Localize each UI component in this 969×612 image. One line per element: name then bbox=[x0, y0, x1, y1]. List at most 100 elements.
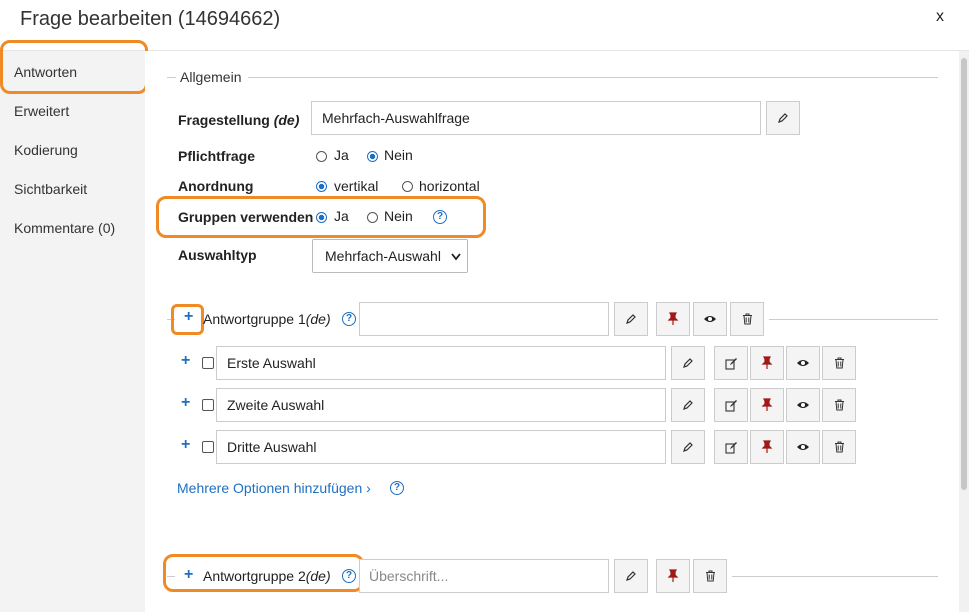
required-nein-radio[interactable] bbox=[367, 151, 378, 162]
pin-icon bbox=[761, 440, 773, 453]
required-nein-label: Nein bbox=[384, 147, 413, 163]
answer3-add-icon[interactable]: + bbox=[181, 436, 190, 454]
pencil-icon bbox=[683, 400, 693, 410]
trash-icon bbox=[834, 399, 844, 411]
pencil-icon bbox=[683, 442, 693, 452]
answer2-pencil-button[interactable] bbox=[671, 388, 705, 422]
group2-line-right bbox=[732, 576, 938, 577]
answer3-pin-button[interactable] bbox=[750, 430, 784, 464]
pin-icon bbox=[667, 569, 679, 582]
answer1-delete-button[interactable] bbox=[822, 346, 856, 380]
answer3-input[interactable]: Dritte Auswahl bbox=[216, 430, 666, 464]
group1-eye-button[interactable] bbox=[693, 302, 727, 336]
answer3-eye-button[interactable] bbox=[786, 430, 820, 464]
highlight-group2 bbox=[163, 554, 364, 592]
pencil-icon bbox=[626, 314, 636, 324]
add-multiple-options-link[interactable]: Mehrere Optionen hinzufügen › bbox=[177, 480, 371, 496]
highlight-group1-add bbox=[171, 304, 204, 335]
question-input[interactable]: Mehrfach-Auswahlfrage bbox=[311, 101, 761, 135]
group2-edit-button[interactable] bbox=[614, 559, 648, 593]
answer1-pin-button[interactable] bbox=[750, 346, 784, 380]
close-button[interactable]: x bbox=[936, 8, 944, 26]
required-ja-label: Ja bbox=[334, 147, 349, 163]
order-horizontal-radio[interactable] bbox=[402, 181, 413, 192]
answer2-add-icon[interactable]: + bbox=[181, 394, 190, 412]
answer2-eye-button[interactable] bbox=[786, 388, 820, 422]
pencil-icon bbox=[683, 358, 693, 368]
legend-line-left bbox=[167, 77, 176, 78]
edit-icon bbox=[724, 357, 737, 370]
answer2-edit-button[interactable] bbox=[714, 388, 748, 422]
question-edit-button[interactable] bbox=[766, 101, 800, 135]
answer1-checkbox[interactable] bbox=[202, 357, 214, 369]
answer3-edit-button[interactable] bbox=[714, 430, 748, 464]
list-item: + Zweite Auswahl bbox=[0, 388, 969, 422]
legend-line-right bbox=[248, 77, 938, 78]
group1-heading-input[interactable] bbox=[359, 302, 609, 336]
sidebar-item-kodierung[interactable]: Kodierung bbox=[14, 142, 78, 158]
answer3-delete-button[interactable] bbox=[822, 430, 856, 464]
answer3-checkbox[interactable] bbox=[202, 441, 214, 453]
question-label-text: Fragestellung bbox=[178, 112, 270, 128]
pin-icon bbox=[667, 312, 679, 325]
answer1-eye-button[interactable] bbox=[786, 346, 820, 380]
trash-icon bbox=[705, 570, 715, 582]
answer1-add-icon[interactable]: + bbox=[181, 352, 190, 370]
highlight-groups bbox=[156, 196, 486, 238]
sidebar-item-erweitert[interactable]: Erweitert bbox=[14, 103, 69, 119]
trash-icon bbox=[742, 313, 752, 325]
answer1-edit-button[interactable] bbox=[714, 346, 748, 380]
group1-line-right bbox=[769, 319, 938, 320]
required-label: Pflichtfrage bbox=[178, 148, 256, 164]
answer2-input[interactable]: Zweite Auswahl bbox=[216, 388, 666, 422]
group2-delete-button[interactable] bbox=[693, 559, 727, 593]
answer2-delete-button[interactable] bbox=[822, 388, 856, 422]
group1-delete-button[interactable] bbox=[730, 302, 764, 336]
sidebar-item-sichtbarkeit[interactable]: Sichtbarkeit bbox=[14, 181, 87, 197]
pencil-icon bbox=[626, 571, 636, 581]
trash-icon bbox=[834, 441, 844, 453]
trash-icon bbox=[834, 357, 844, 369]
fieldset-legend: Allgemein bbox=[180, 69, 242, 85]
question-label: Fragestellung (de) bbox=[178, 112, 299, 128]
answer2-checkbox[interactable] bbox=[202, 399, 214, 411]
eye-icon bbox=[797, 360, 809, 366]
eye-icon bbox=[797, 444, 809, 450]
group1-edit-button[interactable] bbox=[614, 302, 648, 336]
sidebar bbox=[0, 51, 145, 612]
eye-icon bbox=[704, 316, 716, 322]
question-lang: (de) bbox=[273, 112, 300, 128]
answer1-input[interactable]: Erste Auswahl bbox=[216, 346, 666, 380]
group1-label: Antwortgruppe 1(de) bbox=[203, 311, 331, 327]
group1-lang: (de) bbox=[305, 311, 331, 327]
pin-icon bbox=[761, 356, 773, 369]
order-horizontal-label: horizontal bbox=[419, 178, 480, 194]
chevron-down-icon bbox=[451, 253, 461, 261]
required-ja-radio[interactable] bbox=[316, 151, 327, 162]
order-vertical-label: vertikal bbox=[334, 178, 379, 194]
pin-icon bbox=[761, 398, 773, 411]
edit-icon bbox=[724, 441, 737, 454]
type-label: Auswahltyp bbox=[178, 247, 257, 263]
group2-pin-button[interactable] bbox=[656, 559, 690, 593]
scrollbar-thumb[interactable] bbox=[961, 58, 967, 490]
answer3-pencil-button[interactable] bbox=[671, 430, 705, 464]
group2-heading-input[interactable]: Überschrift... bbox=[359, 559, 609, 593]
edit-icon bbox=[724, 399, 737, 412]
group1-pin-button[interactable] bbox=[656, 302, 690, 336]
sidebar-item-kommentare[interactable]: Kommentare (0) bbox=[14, 220, 115, 236]
list-item: + Erste Auswahl bbox=[0, 346, 969, 380]
type-select-value: Mehrfach-Auswahl bbox=[325, 248, 441, 264]
group1-help-icon[interactable]: ? bbox=[342, 312, 356, 326]
answer1-pencil-button[interactable] bbox=[671, 346, 705, 380]
highlight-antworten-tab bbox=[0, 40, 148, 94]
eye-icon bbox=[797, 402, 809, 408]
pencil-icon bbox=[778, 113, 788, 123]
type-select[interactable]: Mehrfach-Auswahl bbox=[312, 239, 468, 273]
group1-label-text: Antwortgruppe 1 bbox=[203, 311, 306, 327]
answer2-pin-button[interactable] bbox=[750, 388, 784, 422]
order-vertical-radio[interactable] bbox=[316, 181, 327, 192]
dialog-title: Frage bearbeiten (14694662) bbox=[20, 8, 281, 30]
list-item: + Dritte Auswahl bbox=[0, 430, 969, 464]
add-multiple-help-icon[interactable]: ? bbox=[390, 481, 404, 495]
